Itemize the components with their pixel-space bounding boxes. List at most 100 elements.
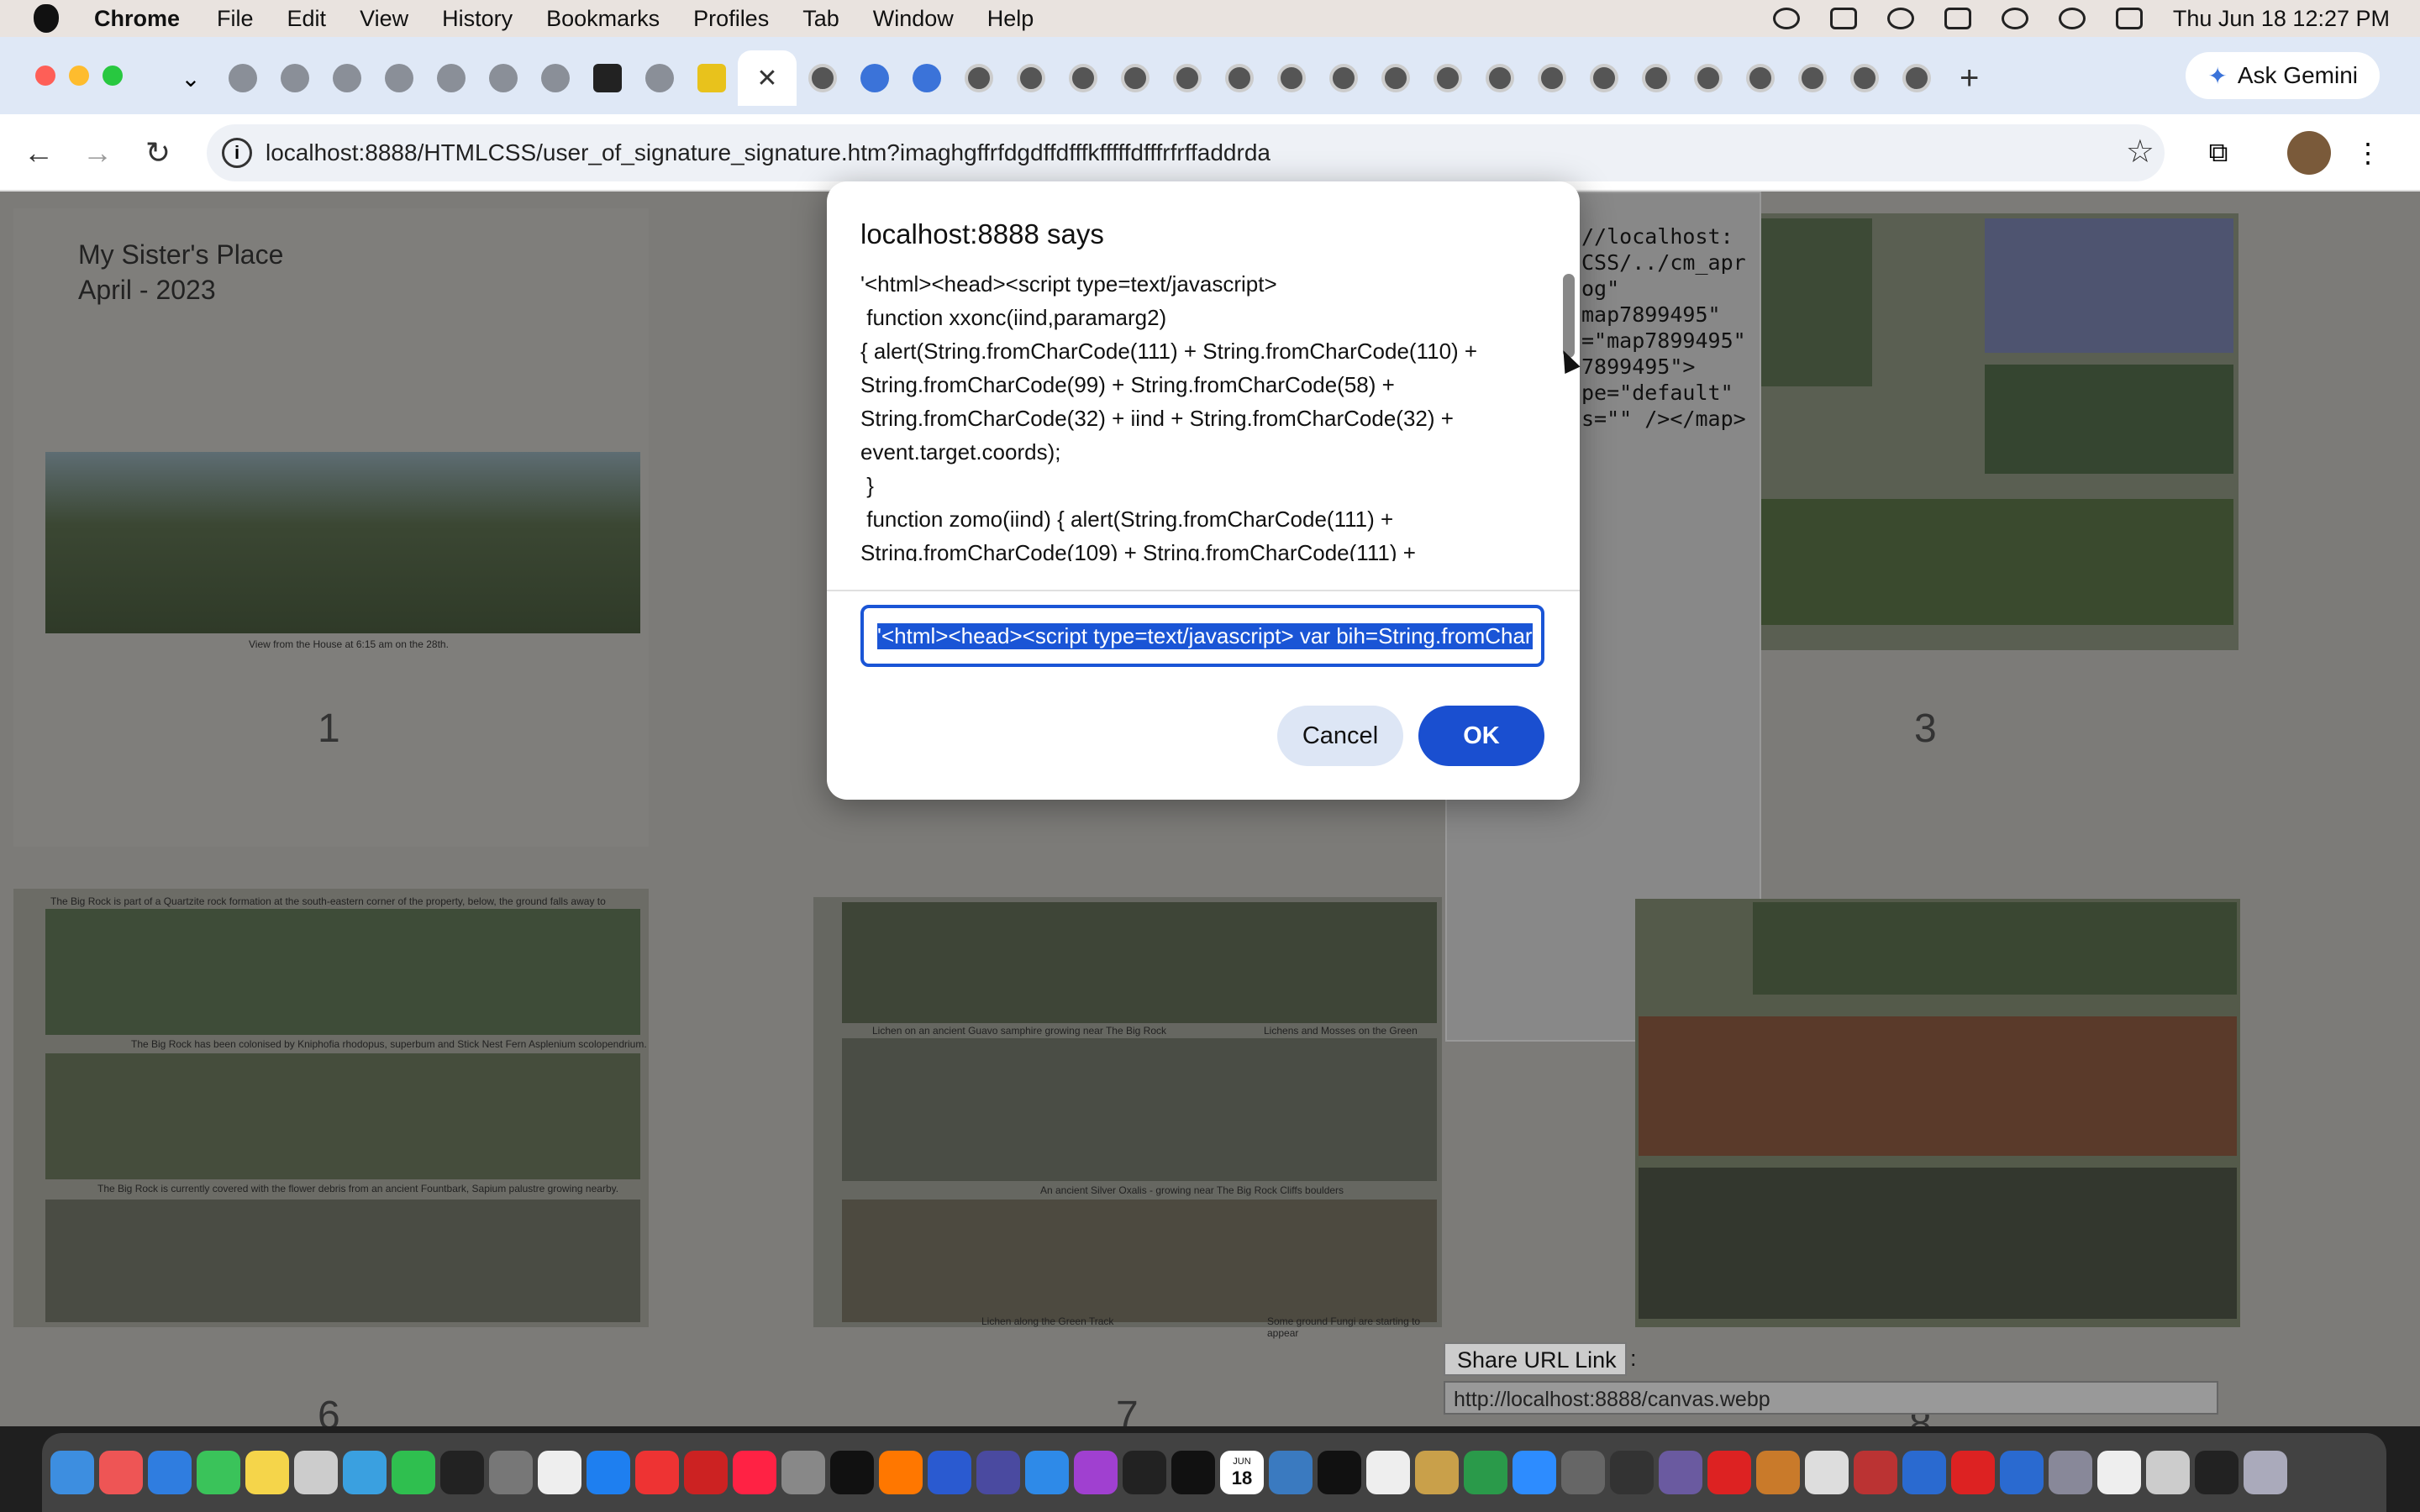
screen-icon[interactable] xyxy=(2195,1451,2238,1494)
tab-favicon[interactable] xyxy=(1161,52,1213,104)
tab-favicon[interactable] xyxy=(953,52,1005,104)
url-text[interactable]: localhost:8888/HTMLCSS/user_of_signature… xyxy=(266,139,1270,166)
control-center-icon[interactable] xyxy=(2115,8,2143,29)
news-icon[interactable] xyxy=(635,1451,679,1494)
apple-tv-icon[interactable] xyxy=(830,1451,874,1494)
app-icon[interactable] xyxy=(1756,1451,1800,1494)
tab-favicon[interactable] xyxy=(1057,52,1109,104)
intellij-icon[interactable] xyxy=(1318,1451,1361,1494)
tab-favicon[interactable] xyxy=(901,52,953,104)
battery-icon[interactable] xyxy=(1944,8,1971,29)
tab-favicon[interactable] xyxy=(1526,52,1578,104)
messages-icon[interactable] xyxy=(197,1451,240,1494)
close-window-button[interactable] xyxy=(35,66,55,86)
address-bar[interactable]: i localhost:8888/HTMLCSS/user_of_signatu… xyxy=(207,124,2165,181)
tab-favicon[interactable] xyxy=(1474,52,1526,104)
back-button[interactable]: ← xyxy=(18,133,59,173)
extensions-icon[interactable]: ⧉ xyxy=(2196,131,2240,175)
firefox-icon[interactable] xyxy=(879,1451,923,1494)
tab-favicon[interactable] xyxy=(373,52,425,104)
reminders-icon[interactable] xyxy=(99,1451,143,1494)
tab-favicon[interactable] xyxy=(1318,52,1370,104)
share-url-link-button[interactable]: Share URL Link xyxy=(1444,1342,1627,1376)
podcasts-icon[interactable] xyxy=(1074,1451,1118,1494)
site-info-icon[interactable]: i xyxy=(222,138,252,168)
tab-favicon[interactable] xyxy=(1005,52,1057,104)
cancel-button[interactable]: Cancel xyxy=(1277,706,1403,766)
trash-icon[interactable] xyxy=(2244,1451,2287,1494)
tab-favicon[interactable] xyxy=(321,52,373,104)
tab-favicon[interactable] xyxy=(1370,52,1422,104)
status-app-icon[interactable] xyxy=(1772,8,1800,29)
more-menu-icon[interactable]: ⋮ xyxy=(2346,131,2390,175)
tab-favicon[interactable] xyxy=(797,52,849,104)
textedit-icon[interactable] xyxy=(538,1451,581,1494)
utility-icon[interactable] xyxy=(1269,1451,1313,1494)
tab-favicon[interactable] xyxy=(425,52,477,104)
app-icon[interactable] xyxy=(1854,1451,1897,1494)
terminal-icon[interactable] xyxy=(440,1451,484,1494)
new-tab-button[interactable]: + xyxy=(1960,60,1979,97)
settings-icon[interactable] xyxy=(1561,1451,1605,1494)
tab-favicon[interactable] xyxy=(1109,52,1161,104)
bluetooth-icon[interactable] xyxy=(2000,1451,2044,1494)
menu-edit[interactable]: Edit xyxy=(287,6,327,32)
filezilla-icon[interactable] xyxy=(684,1451,728,1494)
facetime-icon[interactable] xyxy=(392,1451,435,1494)
profile-avatar[interactable] xyxy=(2287,131,2331,175)
play-icon[interactable] xyxy=(1886,8,1914,29)
tab-favicon[interactable] xyxy=(581,52,634,104)
zoom-icon[interactable] xyxy=(1512,1451,1556,1494)
calculator-icon[interactable] xyxy=(489,1451,533,1494)
tab-favicon[interactable] xyxy=(1682,52,1734,104)
ok-button[interactable]: OK xyxy=(1418,706,1544,766)
app-icon[interactable] xyxy=(1902,1451,1946,1494)
app-icon[interactable] xyxy=(1610,1451,1654,1494)
tab-favicon[interactable] xyxy=(1422,52,1474,104)
terminal-icon[interactable] xyxy=(1171,1451,1215,1494)
apple-icon[interactable] xyxy=(34,4,59,33)
chrome-icon[interactable] xyxy=(1464,1451,1507,1494)
notes-icon[interactable] xyxy=(245,1451,289,1494)
opera-icon[interactable] xyxy=(1707,1451,1751,1494)
tab-favicon[interactable] xyxy=(1630,52,1682,104)
menu-app-name[interactable]: Chrome xyxy=(94,6,180,32)
console-icon[interactable] xyxy=(1123,1451,1166,1494)
finder-icon[interactable] xyxy=(50,1451,94,1494)
share-url-field[interactable]: http://localhost:8888/canvas.webp xyxy=(1444,1381,2218,1415)
menu-help[interactable]: Help xyxy=(987,6,1034,32)
system-app-icon[interactable] xyxy=(928,1451,971,1494)
menu-tab[interactable]: Tab xyxy=(802,6,839,32)
tab-favicon[interactable] xyxy=(529,52,581,104)
tab-favicon[interactable] xyxy=(1891,52,1943,104)
tab-favicon[interactable] xyxy=(1786,52,1839,104)
tab-favicon[interactable] xyxy=(1213,52,1265,104)
music-icon[interactable] xyxy=(733,1451,776,1494)
app-icon[interactable] xyxy=(2049,1451,2092,1494)
dialog-scrollbar[interactable] xyxy=(1563,274,1575,358)
menu-history[interactable]: History xyxy=(442,6,513,32)
app-icon[interactable] xyxy=(1805,1451,1849,1494)
menu-file[interactable]: File xyxy=(217,6,254,32)
launchpad-icon[interactable] xyxy=(294,1451,338,1494)
document-icon[interactable] xyxy=(1366,1451,1410,1494)
dialog-input[interactable]: '<html><head><script type=text/javascrip… xyxy=(860,605,1544,667)
document-icon[interactable] xyxy=(2097,1451,2141,1494)
tab-favicon[interactable] xyxy=(1734,52,1786,104)
mail-icon[interactable] xyxy=(148,1451,192,1494)
tab-favicon[interactable] xyxy=(269,52,321,104)
search-icon[interactable] xyxy=(2058,8,2086,29)
tab-favicon[interactable] xyxy=(1578,52,1630,104)
app-icon[interactable] xyxy=(1659,1451,1702,1494)
forward-button[interactable]: → xyxy=(77,133,118,173)
document-icon[interactable] xyxy=(2146,1451,2190,1494)
tab-favicon[interactable] xyxy=(686,52,738,104)
menu-profiles[interactable]: Profiles xyxy=(693,6,769,32)
preview-icon[interactable] xyxy=(343,1451,387,1494)
menu-clock[interactable]: Thu Jun 18 12:27 PM xyxy=(2173,6,2390,32)
tab-favicon[interactable] xyxy=(1839,52,1891,104)
calendar-icon[interactable]: JUN 18 xyxy=(1220,1451,1264,1494)
gimp-icon[interactable] xyxy=(781,1451,825,1494)
palette-icon[interactable] xyxy=(1415,1451,1459,1494)
bbedit-icon[interactable] xyxy=(976,1451,1020,1494)
